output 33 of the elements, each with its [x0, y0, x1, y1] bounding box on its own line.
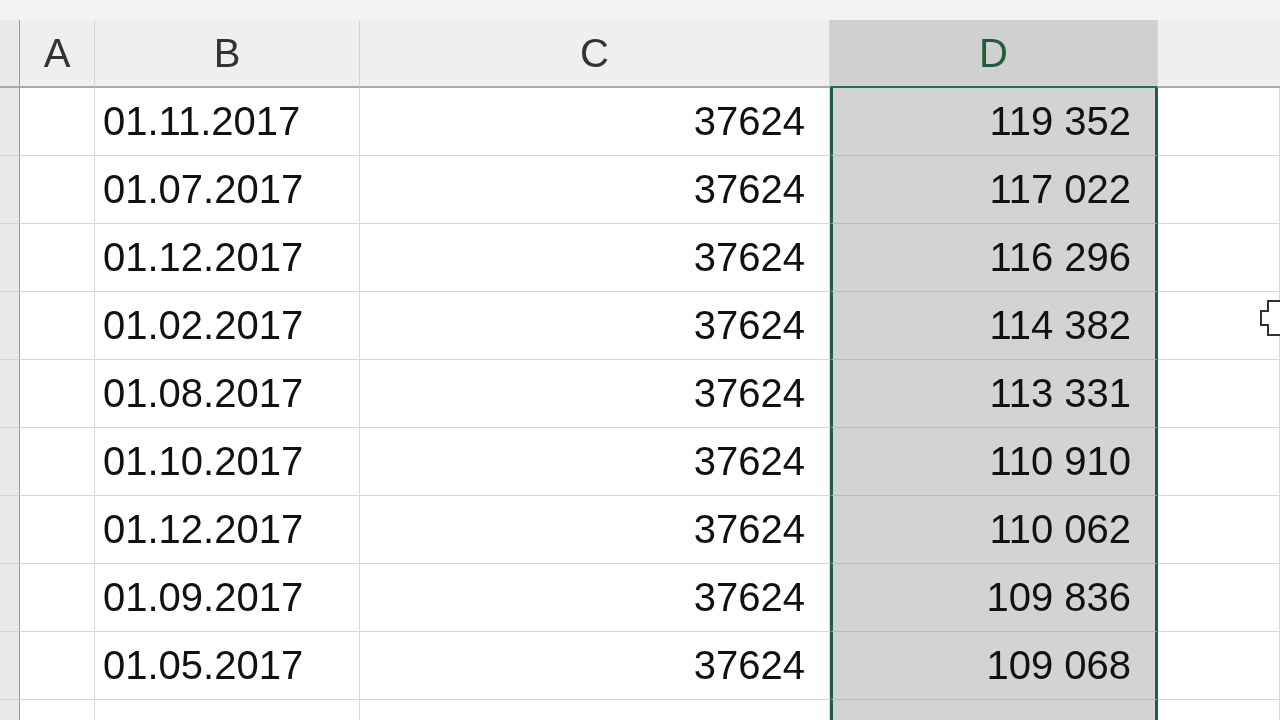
table-cell: 01.12.2017 — [95, 224, 360, 292]
table-cell: 109 836 — [830, 564, 1158, 632]
table-cell: 116 296 — [830, 224, 1158, 292]
table-cell: 01.12.2017 — [95, 496, 360, 564]
table-cell: 01.07.2017 — [95, 156, 360, 224]
row-header[interactable] — [0, 224, 20, 292]
row-header[interactable] — [0, 496, 20, 564]
table-cell: 110 062 — [830, 496, 1158, 564]
table-cell: 117 022 — [830, 156, 1158, 224]
column-header[interactable]: C — [360, 20, 830, 88]
table-cell: 01.10.2017 — [95, 428, 360, 496]
row-header[interactable] — [0, 632, 20, 700]
table-cell: 01.02.2017 — [95, 292, 360, 360]
row-header[interactable] — [0, 360, 20, 428]
row-header[interactable] — [0, 156, 20, 224]
column-header[interactable]: B — [95, 20, 360, 88]
column-header[interactable]: A — [20, 20, 95, 88]
row-header[interactable] — [0, 564, 20, 632]
table-cell: 109 068 — [830, 632, 1158, 700]
corner-header[interactable] — [0, 20, 20, 88]
row-header[interactable] — [0, 292, 20, 360]
row-header[interactable] — [0, 428, 20, 496]
table-cell: 110 910 — [830, 428, 1158, 496]
table-cell: 119 352 — [830, 88, 1158, 156]
table-cell: 01.08.2017 — [95, 360, 360, 428]
column-header[interactable] — [1158, 20, 1280, 88]
table-cell: 01.05.2017 — [95, 632, 360, 700]
table-cell: 01.09.2017 — [95, 564, 360, 632]
table-cell: 01.11.2017 — [95, 88, 360, 156]
table-cell: 113 331 — [830, 360, 1158, 428]
table-cell: 114 382 — [830, 292, 1158, 360]
row-header[interactable] — [0, 88, 20, 156]
column-header[interactable]: D — [830, 20, 1158, 88]
